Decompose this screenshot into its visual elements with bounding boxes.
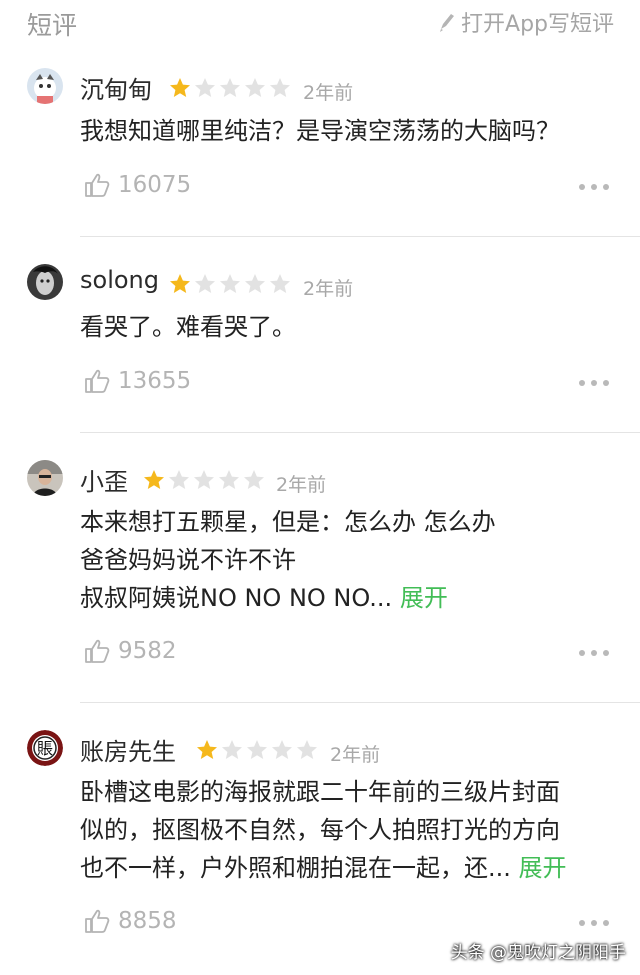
section-title: 短评: [27, 11, 78, 40]
more-dots-icon[interactable]: [573, 380, 609, 386]
like-count: 8858: [118, 908, 177, 934]
star-icon: [270, 274, 290, 293]
star-icon: [245, 274, 265, 293]
review-line: 似的，抠图极不自然，每个人拍照打光的方向: [80, 816, 560, 844]
like-button[interactable]: 16075: [84, 172, 191, 198]
review-line: 本来想打五颗星，但是：怎么办 怎么办: [80, 508, 496, 536]
write-review-button[interactable]: 打开App写短评: [437, 6, 614, 38]
review-time: 2年前: [276, 474, 327, 496]
pencil-icon: [440, 14, 455, 32]
more-dots-icon[interactable]: [573, 184, 609, 190]
star-icon: [195, 78, 215, 97]
divider: [80, 432, 640, 433]
review-text: 卧槽这电影的海报就跟二十年前的三级片封面 似的，抠图极不自然，每个人拍照打光的方…: [80, 773, 616, 887]
review-line-text: 叔叔阿姨说NO NO NO NO...: [80, 584, 393, 612]
divider: [80, 702, 640, 703]
like-button[interactable]: 9582: [84, 638, 177, 664]
thumbs-up-icon: [85, 639, 110, 663]
review-line: 爸爸妈妈说不许不许: [80, 546, 296, 574]
like-count: 9582: [118, 638, 177, 664]
like-button[interactable]: 8858: [84, 908, 177, 934]
thumbs-up-icon: [85, 173, 110, 197]
star-icon: [219, 470, 239, 489]
watermark: 头条 @鬼吹灯之阴阳手: [450, 943, 626, 963]
avatar[interactable]: [27, 264, 63, 300]
avatar[interactable]: 賬: [27, 730, 63, 766]
review-text: 本来想打五颗星，但是：怎么办 怎么办 爸爸妈妈说不许不许 叔叔阿姨说NO NO …: [80, 503, 616, 617]
more-dots-icon[interactable]: [573, 920, 609, 926]
review-line: 卧槽这电影的海报就跟二十年前的三级片封面: [80, 778, 560, 806]
rating-stars: [195, 738, 320, 762]
star-icon: [297, 740, 317, 759]
username[interactable]: solong: [80, 266, 159, 294]
more-dots-icon[interactable]: [573, 650, 609, 656]
star-icon: [270, 78, 290, 97]
rating-stars: [168, 76, 293, 100]
star-icon: [170, 274, 190, 293]
star-icon: [220, 78, 240, 97]
review-line-text: 也不一样，户外照和棚拍混在一起，还...: [80, 854, 511, 882]
thumbs-up-icon: [85, 909, 110, 933]
rating-stars: [168, 272, 293, 296]
like-count: 13655: [118, 368, 192, 394]
rating-stars: [142, 468, 267, 492]
star-icon: [220, 274, 240, 293]
star-icon: [144, 470, 164, 489]
avatar[interactable]: [27, 460, 63, 496]
review-time: 2年前: [330, 744, 381, 766]
star-icon: [247, 740, 267, 759]
review-text: 我想知道哪里纯洁？是导演空荡荡的大脑吗？: [80, 112, 616, 150]
username[interactable]: 小歪: [80, 462, 128, 497]
star-icon: [222, 740, 242, 759]
avatar[interactable]: [27, 68, 63, 104]
avatar-glyph: 賬: [37, 739, 53, 758]
star-icon: [194, 470, 214, 489]
review-line: 我想知道哪里纯洁？是导演空荡荡的大脑吗？: [80, 117, 560, 145]
username[interactable]: 沉甸甸: [80, 70, 152, 105]
star-icon: [244, 470, 264, 489]
star-icon: [245, 78, 265, 97]
review-time: 2年前: [303, 278, 354, 300]
star-icon: [272, 740, 292, 759]
write-review-label: 打开App写短评: [461, 12, 614, 37]
expand-link[interactable]: 展开: [400, 584, 448, 612]
review-line: 也不一样，户外照和棚拍混在一起，还... 展开: [80, 849, 616, 887]
username[interactable]: 账房先生: [80, 732, 176, 767]
review-text: 看哭了。难看哭了。: [80, 308, 616, 346]
star-icon: [170, 78, 190, 97]
review-line: 叔叔阿姨说NO NO NO NO... 展开: [80, 579, 616, 617]
like-button[interactable]: 13655: [84, 368, 191, 394]
star-icon: [197, 740, 217, 759]
thumbs-up-icon: [85, 369, 110, 393]
star-icon: [195, 274, 215, 293]
like-count: 16075: [118, 172, 192, 198]
star-icon: [169, 470, 189, 489]
review-line: 看哭了。难看哭了。: [80, 313, 296, 341]
divider: [80, 236, 640, 237]
expand-link[interactable]: 展开: [519, 854, 567, 882]
review-time: 2年前: [303, 82, 354, 104]
section-header: 短评 打开App写短评: [0, 0, 640, 44]
